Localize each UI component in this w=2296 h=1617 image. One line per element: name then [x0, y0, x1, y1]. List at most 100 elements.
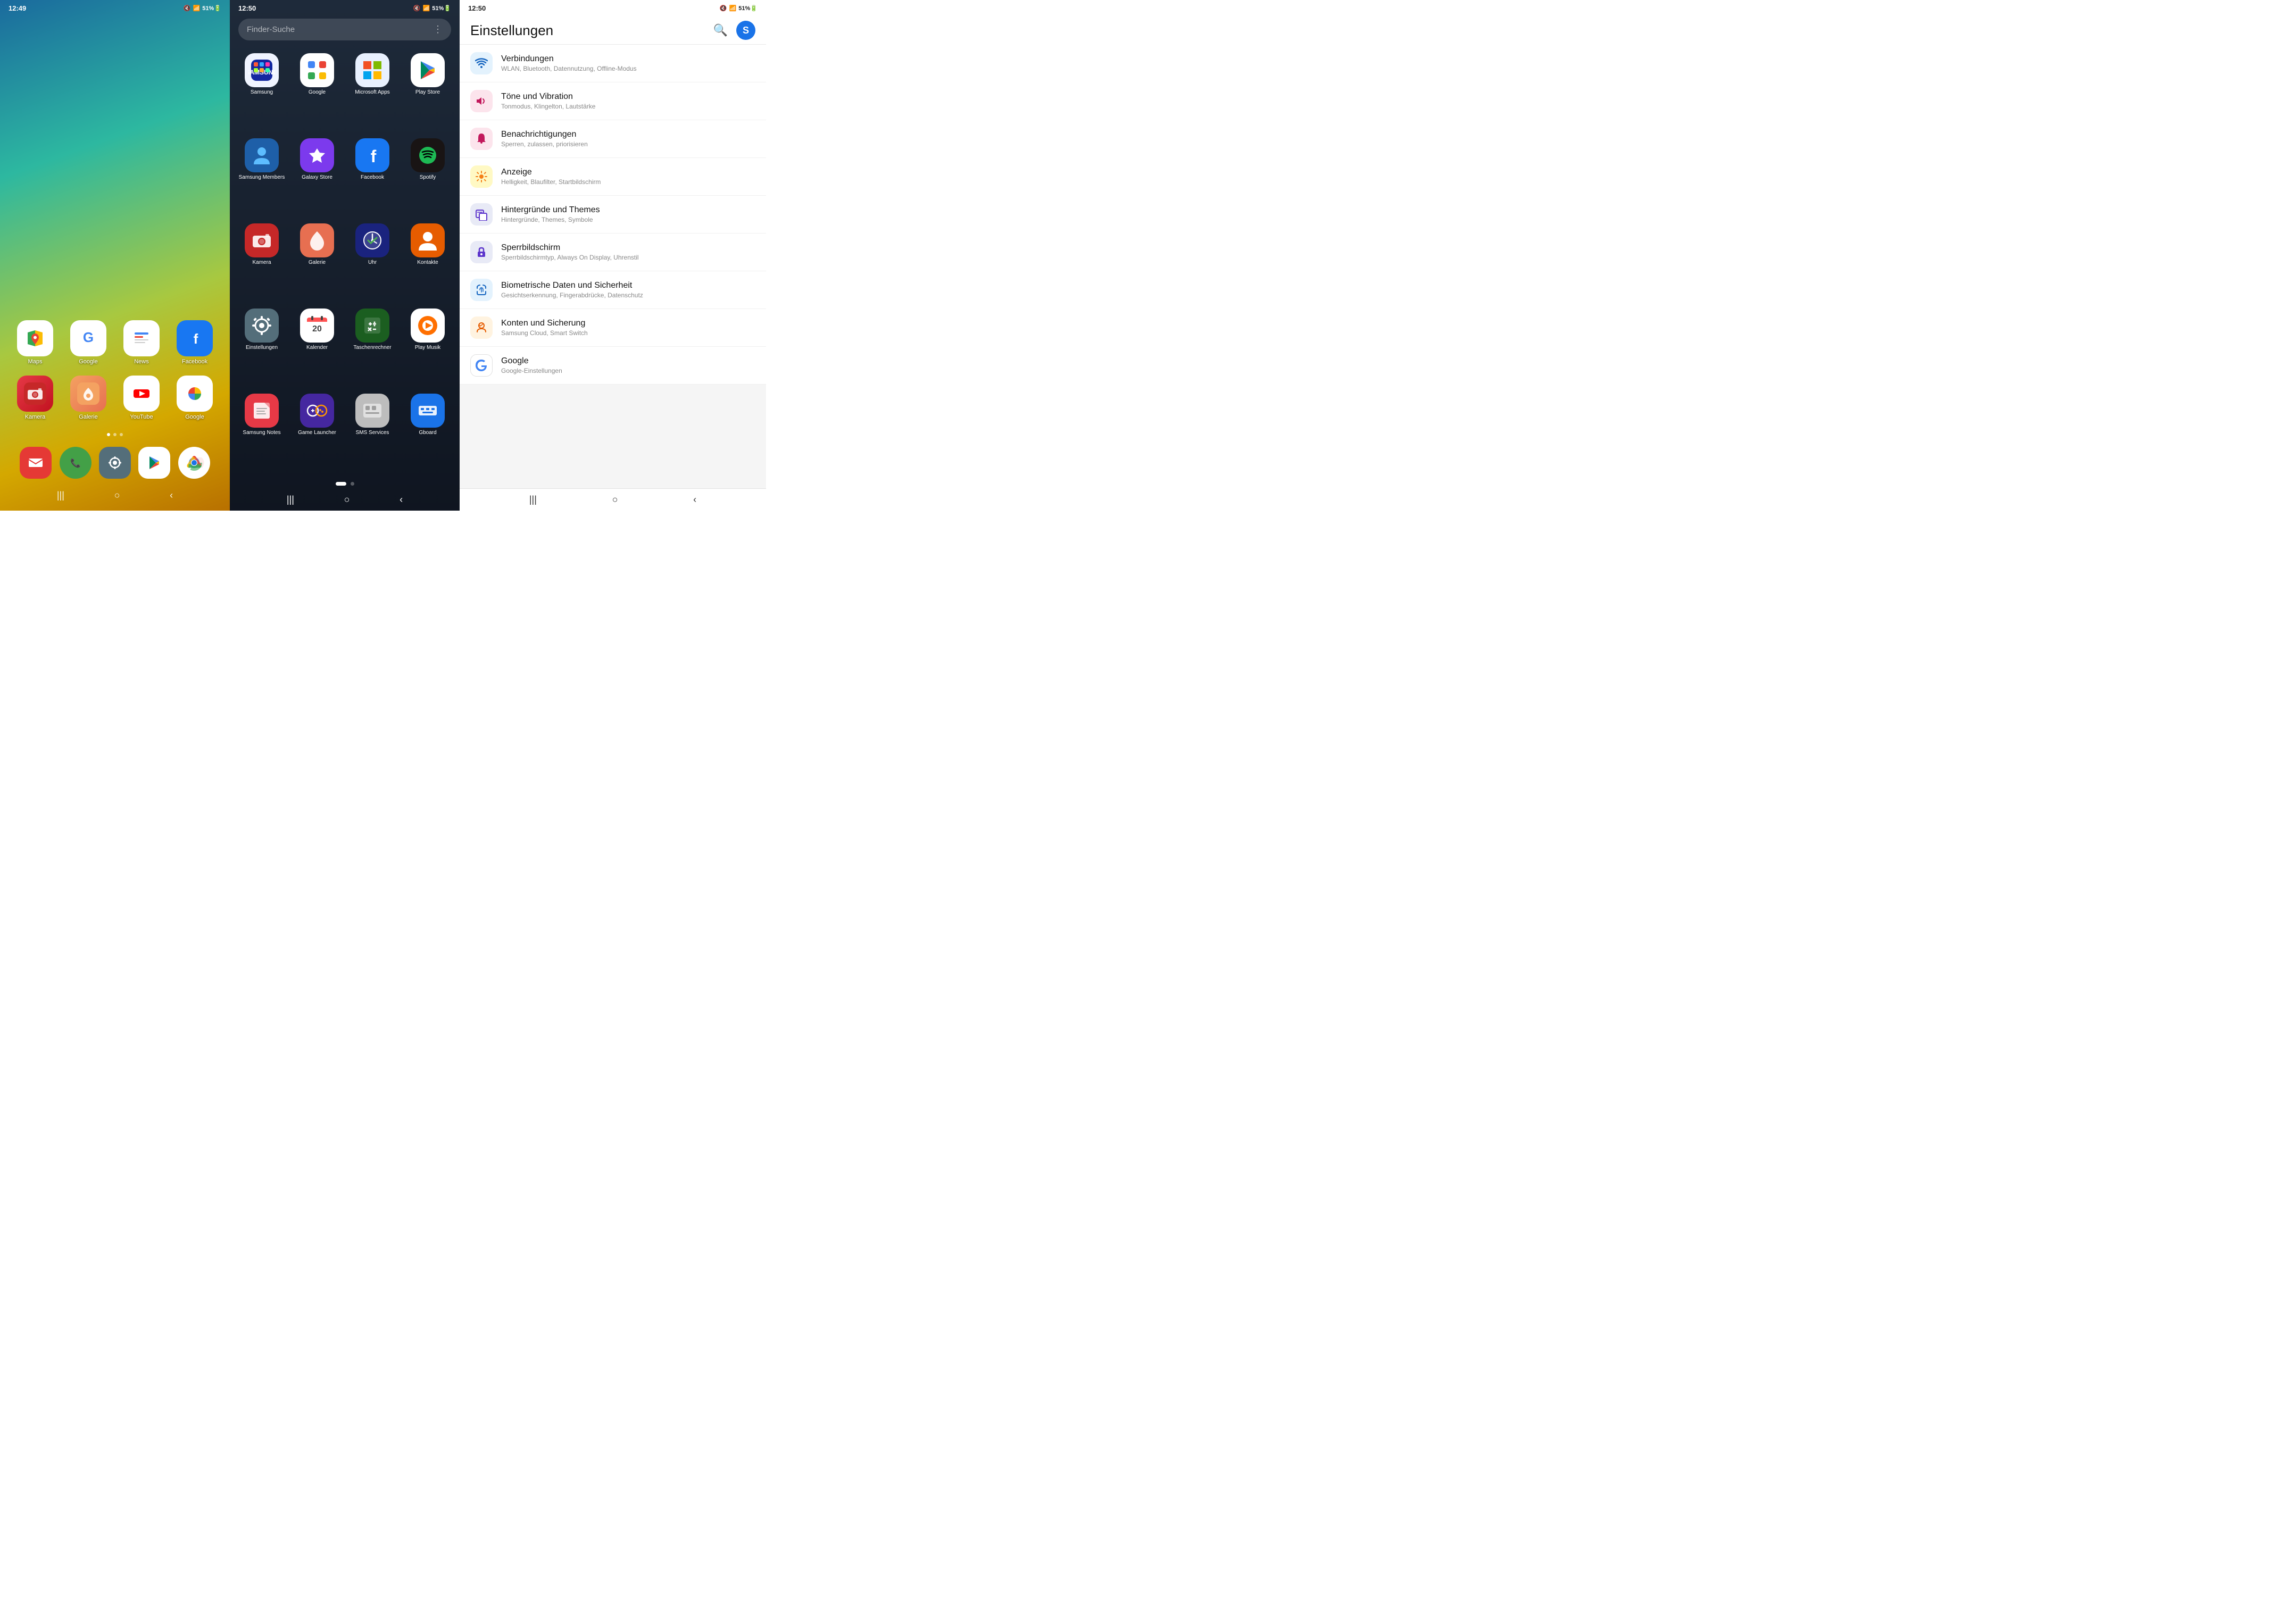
- kamera-label: Kamera: [25, 414, 46, 420]
- notif-settings-icon: [470, 128, 493, 150]
- galerie2-icon: [300, 223, 334, 257]
- playmusik-label: Play Musik: [415, 345, 440, 351]
- kontakte-icon: [411, 223, 445, 257]
- drawer-app-samsung[interactable]: SAMSUNG Samsung: [234, 49, 289, 134]
- dock-playstore[interactable]: [138, 447, 170, 479]
- settings-item-verbindungen[interactable]: Verbindungen WLAN, Bluetooth, Datennutzu…: [460, 45, 766, 82]
- drawer-app-uhr[interactable]: Uhr: [345, 219, 400, 304]
- wifi-icon-d: 📶: [423, 5, 430, 12]
- home-app-google[interactable]: G Google: [62, 315, 115, 370]
- nav-home-settings[interactable]: ○: [612, 494, 618, 505]
- nav-recents-home[interactable]: |||: [57, 490, 64, 501]
- google-label: Google: [79, 359, 97, 365]
- taschenrechner-icon: [355, 309, 389, 343]
- mute-icon-s: 🔇: [720, 5, 727, 12]
- settings-item-lockscreen[interactable]: Sperrbildschirm Sperrbildschirmtyp, Alwa…: [460, 234, 766, 271]
- home-app-maps[interactable]: Maps: [9, 315, 62, 370]
- drawer-app-smembers[interactable]: Samsung Members: [234, 134, 289, 219]
- googlephotos-icon-wrap: [177, 376, 213, 412]
- gboard-icon: [411, 394, 445, 428]
- home-app-facebook[interactable]: f Facebook: [168, 315, 221, 370]
- biometric-subtitle: Gesichtserkennung, Fingerabdrücke, Daten…: [501, 291, 755, 299]
- search-more-icon[interactable]: ⋮: [433, 24, 443, 35]
- wallpaper-settings-icon: [470, 203, 493, 226]
- drawer-app-spotify[interactable]: Spotify: [400, 134, 455, 219]
- kalender-label: Kalender: [306, 345, 328, 351]
- dot-3: [120, 433, 123, 436]
- smsservices-icon: [355, 394, 389, 428]
- search-settings-icon[interactable]: 🔍: [713, 23, 728, 37]
- dock-settings[interactable]: [99, 447, 131, 479]
- kontakte-label: Kontakte: [417, 260, 438, 266]
- settings-icon: [99, 447, 131, 479]
- phone-icon: 📞: [60, 447, 91, 479]
- drawer-page-indicator: [230, 479, 460, 489]
- drawer-app-playmusik[interactable]: Play Musik: [400, 304, 455, 389]
- settings-item-biometric[interactable]: Biometrische Daten und Sicherheit Gesich…: [460, 271, 766, 309]
- nav-home-drawer[interactable]: ○: [344, 494, 350, 505]
- battery-d: 51%🔋: [432, 5, 451, 12]
- settings-item-wallpaper[interactable]: Hintergründe und Themes Hintergründe, Th…: [460, 196, 766, 234]
- home-app-galerie[interactable]: Galerie: [62, 370, 115, 426]
- home-app-news[interactable]: News: [115, 315, 168, 370]
- verbindungen-subtitle: WLAN, Bluetooth, Datennutzung, Offline-M…: [501, 65, 755, 72]
- benachrichtigungen-subtitle: Sperren, zulassen, priorisieren: [501, 140, 755, 148]
- drawer-app-google[interactable]: Google: [289, 49, 345, 134]
- maps-label: Maps: [28, 359, 43, 365]
- finder-search-bar[interactable]: Finder-Suche ⋮: [238, 19, 451, 40]
- home-app-googlephotos[interactable]: Google: [168, 370, 221, 426]
- drawer-app-playstore[interactable]: Play Store: [400, 49, 455, 134]
- home-app-youtube[interactable]: YouTube: [115, 370, 168, 426]
- display-settings-icon: [470, 165, 493, 188]
- dock-mail[interactable]: [20, 447, 52, 479]
- drawer-app-gamelauncher[interactable]: Game Launcher: [289, 389, 345, 474]
- nav-back-drawer[interactable]: ‹: [400, 494, 403, 505]
- drawer-app-galerie[interactable]: Galerie: [289, 219, 345, 304]
- svg-text:f: f: [371, 147, 377, 166]
- nav-recents-settings[interactable]: |||: [529, 494, 537, 505]
- time-settings: 12:50: [468, 4, 486, 12]
- galaxystore-label: Galaxy Store: [302, 174, 332, 181]
- user-avatar[interactable]: S: [736, 21, 755, 40]
- nav-recents-drawer[interactable]: |||: [287, 494, 294, 505]
- dock-phone[interactable]: 📞: [60, 447, 91, 479]
- lockscreen-title: Sperrbildschirm: [501, 243, 755, 253]
- benachrichtigungen-title: Benachrichtigungen: [501, 130, 755, 139]
- drawer-app-einstellungen[interactable]: Einstellungen: [234, 304, 289, 389]
- einstellungen-label: Einstellungen: [246, 345, 278, 351]
- google-icon-wrap: G: [70, 320, 106, 356]
- taschenrechner-label: Taschenrechner: [353, 345, 391, 351]
- googleapps-icon: [300, 53, 334, 87]
- drawer-app-kamera[interactable]: Kamera: [234, 219, 289, 304]
- settings-item-toene[interactable]: Töne und Vibration Tonmodus, Klingelton,…: [460, 82, 766, 120]
- settings-header: Einstellungen 🔍 S: [460, 14, 766, 45]
- settings-item-google[interactable]: Google Google-Einstellungen: [460, 347, 766, 385]
- drawer-app-galaxystore[interactable]: Galaxy Store: [289, 134, 345, 219]
- drawer-app-smsservices[interactable]: SMS Services: [345, 389, 400, 474]
- drawer-app-taschenrechner[interactable]: Taschenrechner: [345, 304, 400, 389]
- drawer-app-msapps[interactable]: Microsoft Apps: [345, 49, 400, 134]
- nav-back-settings[interactable]: ‹: [693, 494, 696, 505]
- status-bar-home: 12:49 🔇 📶 51%🔋: [0, 0, 230, 14]
- biometric-title: Biometrische Daten und Sicherheit: [501, 281, 755, 290]
- drawer-app-kalender[interactable]: 20 Kalender: [289, 304, 345, 389]
- settings-item-benachrichtigungen[interactable]: Benachrichtigungen Sperren, zulassen, pr…: [460, 120, 766, 158]
- settings-item-accounts[interactable]: Konten und Sicherung Samsung Cloud, Smar…: [460, 309, 766, 347]
- status-icons-home: 🔇 📶 51%🔋: [184, 5, 221, 12]
- drawer-app-facebook[interactable]: f Facebook: [345, 134, 400, 219]
- nav-home-home[interactable]: ○: [114, 490, 120, 501]
- toene-text: Töne und Vibration Tonmodus, Klingelton,…: [501, 92, 755, 110]
- settings-item-anzeige[interactable]: Anzeige Helligkeit, Blaufilter, Startbil…: [460, 158, 766, 196]
- drawer-app-snotes[interactable]: Samsung Notes: [234, 389, 289, 474]
- kamera-label-d: Kamera: [252, 260, 271, 266]
- youtube-label: YouTube: [130, 414, 153, 420]
- home-app-kamera[interactable]: Kamera: [9, 370, 62, 426]
- dock-chrome[interactable]: [178, 447, 210, 479]
- google-settings-icon: [470, 354, 493, 377]
- accounts-subtitle: Samsung Cloud, Smart Switch: [501, 329, 755, 337]
- drawer-app-gboard[interactable]: Gboard: [400, 389, 455, 474]
- facebook-label-d: Facebook: [361, 174, 384, 181]
- nav-back-home[interactable]: ‹: [170, 490, 173, 501]
- wifi-signal-icon: 📶: [193, 5, 201, 12]
- drawer-app-kontakte[interactable]: Kontakte: [400, 219, 455, 304]
